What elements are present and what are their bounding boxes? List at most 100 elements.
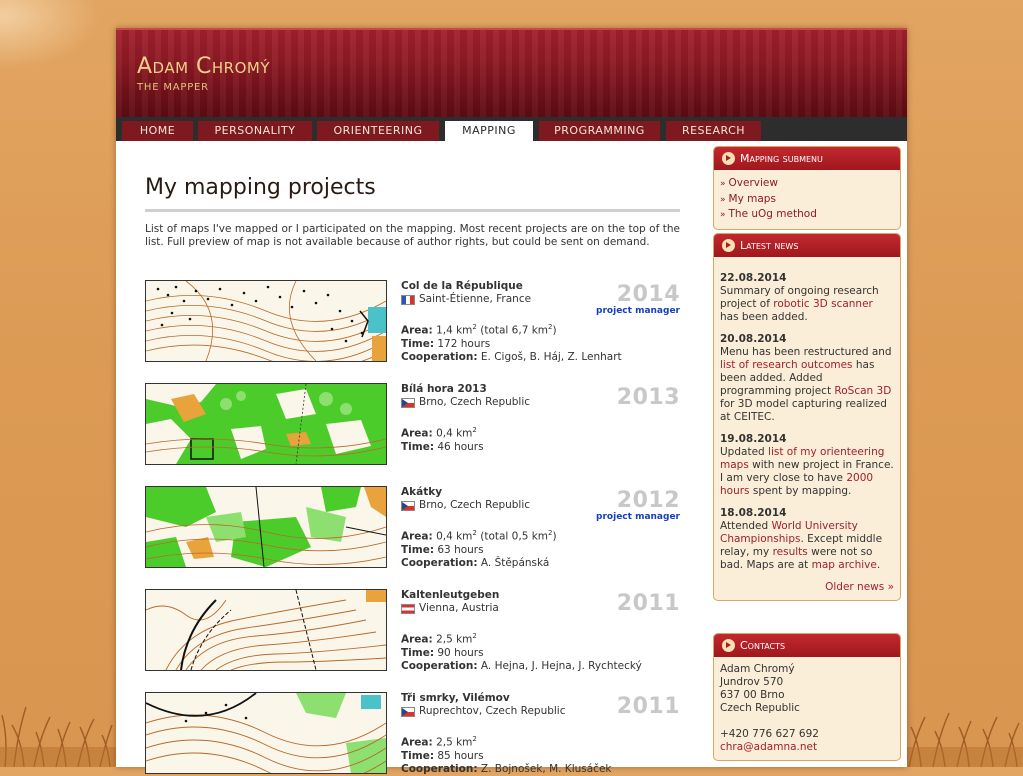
austria-flag-icon <box>401 603 415 614</box>
contact-street: Jundrov 570 <box>720 676 784 688</box>
cooperation-label: Cooperation: <box>401 659 478 672</box>
project-year: 2011 <box>616 694 680 719</box>
contacts-box: Contacts Adam Chromý Jundrov 570 637 00 … <box>713 633 901 761</box>
submenu-body: » Overview » My maps » The uOg method <box>714 170 900 229</box>
project-year: 2012 <box>616 488 680 513</box>
contact-name: Adam Chromý <box>720 663 795 675</box>
project-location-text: Brno, Czech Republic <box>419 499 531 511</box>
project-role: project manager <box>596 512 680 522</box>
area-label: Area: <box>401 530 433 543</box>
arrow-circle-icon <box>722 152 735 165</box>
czech-flag-icon <box>401 706 415 717</box>
map-thumbnail[interactable] <box>145 486 387 568</box>
project-area: 1,4 km <box>436 324 473 337</box>
contact-phone: +420 776 627 692 <box>720 728 819 740</box>
area-label: Area: <box>401 324 433 337</box>
map-thumbnail[interactable] <box>145 383 387 465</box>
time-label: Time: <box>401 646 435 659</box>
submenu-link-uog-method[interactable]: » The uOg method <box>720 207 894 223</box>
project-location-text: Saint-Étienne, France <box>419 293 532 305</box>
submenu-link-my-maps[interactable]: » My maps <box>720 192 894 208</box>
news-title: Latest news <box>740 239 799 252</box>
site-header: Adam Chromý THE MAPPER <box>116 28 907 119</box>
contact-country: Czech Republic <box>720 702 800 714</box>
project-time: 63 hours <box>437 543 484 556</box>
nav-personality[interactable]: PERSONALITY <box>198 121 312 141</box>
title-divider <box>145 209 680 212</box>
submenu-title: Mapping submenu <box>740 152 823 165</box>
news-header: Latest news <box>714 234 900 257</box>
project-details: Area: 0,4 km2 (total 0,5 km2) Time: 63 h… <box>401 529 557 569</box>
nav-home[interactable]: HOME <box>122 121 193 141</box>
arrow-circle-icon <box>722 639 735 652</box>
arrow-circle-icon <box>722 239 735 252</box>
time-label: Time: <box>401 749 435 762</box>
background-glow <box>0 0 100 70</box>
news-link[interactable]: map archive <box>812 559 877 571</box>
map-thumbnail[interactable] <box>145 692 387 774</box>
nav-orienteering[interactable]: ORIENTEERING <box>317 121 439 141</box>
news-text-part: Attended <box>720 520 772 532</box>
news-date: 19.08.2014 <box>720 433 787 445</box>
news-item: 18.08.2014 Attended World University Cham… <box>720 507 894 572</box>
news-link[interactable]: list of research outcomes <box>720 359 853 371</box>
contact-city: 637 00 Brno <box>720 689 785 701</box>
project-area: 2,5 km <box>436 633 473 646</box>
area-label: Area: <box>401 736 433 749</box>
project-area: 0,4 km <box>436 530 473 543</box>
site-name[interactable]: Adam Chromý <box>137 54 270 79</box>
news-text: Menu has been restructured and list of r… <box>720 346 894 424</box>
older-news-link[interactable]: Older news » <box>720 581 894 594</box>
area-label: Area: <box>401 633 433 646</box>
project-details: Area: 2,5 km2 Time: 90 hours Cooperation… <box>401 632 642 672</box>
project-year: 2011 <box>616 591 680 616</box>
project-details: Area: 2,5 km2 Time: 85 hours Cooperation… <box>401 735 612 775</box>
contact-email-link[interactable]: chra@adamna.net <box>720 741 894 754</box>
project-item: Bílá hora 2013 Brno, Czech Republic Area… <box>145 383 680 467</box>
project-time: 90 hours <box>437 646 484 659</box>
submenu-box: Mapping submenu » Overview » My maps » The … <box>713 146 901 230</box>
czech-flag-icon <box>401 397 415 408</box>
cooperation-label: Cooperation: <box>401 350 478 363</box>
news-text-part: for 3D model capturing realized at CEITE… <box>720 398 887 423</box>
area-label: Area: <box>401 427 433 440</box>
news-text: Summary of ongoing research project of r… <box>720 285 894 324</box>
page-container: Adam Chromý THE MAPPER HOME PERSONALITY … <box>116 28 907 775</box>
news-link[interactable]: robotic 3D scanner <box>773 298 873 310</box>
news-link[interactable]: RoScan 3D <box>834 385 891 397</box>
nav-research[interactable]: RESEARCH <box>666 121 761 141</box>
project-item: Tři smrky, Vilémov Ruprechtov, Czech Rep… <box>145 692 680 776</box>
news-body: 22.08.2014 Summary of ongoing research pr… <box>714 257 900 600</box>
project-cooperation: Z. Bojnošek, M. Klusáček <box>480 762 612 775</box>
project-details: Area: 1,4 km2 (total 6,7 km2) Time: 172 … <box>401 323 622 363</box>
contacts-title: Contacts <box>740 639 786 652</box>
news-text: Updated list of my orienteering maps wit… <box>720 446 894 498</box>
czech-flag-icon <box>401 500 415 511</box>
nav-mapping[interactable]: MAPPING <box>445 121 533 141</box>
contacts-header: Contacts <box>714 634 900 657</box>
map-thumbnail[interactable] <box>145 280 387 362</box>
time-label: Time: <box>401 543 435 556</box>
news-text-part: Menu has been restructured and <box>720 346 892 358</box>
project-area: 0,4 km <box>436 427 473 440</box>
project-time: 85 hours <box>437 749 484 762</box>
double-chevron-icon: » <box>720 210 726 220</box>
nav-programming[interactable]: PROGRAMMING <box>539 121 660 141</box>
project-details: Area: 0,4 km2 Time: 46 hours <box>401 426 484 453</box>
submenu-link-overview[interactable]: » Overview <box>720 176 894 192</box>
cooperation-label: Cooperation: <box>401 556 478 569</box>
project-time: 172 hours <box>437 337 491 350</box>
news-link[interactable]: results <box>773 546 808 558</box>
news-item: 20.08.2014 Menu has been restructured and… <box>720 333 894 424</box>
map-thumbnail[interactable] <box>145 589 387 671</box>
time-label: Time: <box>401 337 435 350</box>
project-cooperation: A. Hejna, J. Hejna, J. Rychtecký <box>480 659 642 672</box>
grass-decoration-left <box>0 706 116 767</box>
project-location-text: Brno, Czech Republic <box>419 396 531 408</box>
news-date: 22.08.2014 <box>720 272 787 284</box>
news-text-part: has been added. <box>720 311 808 323</box>
double-chevron-icon: » <box>720 194 726 205</box>
project-area-extra: (total 0,5 km <box>476 530 549 543</box>
double-chevron-icon: » <box>720 179 726 189</box>
news-box: Latest news 22.08.2014 Summary of ongoing… <box>713 233 901 601</box>
